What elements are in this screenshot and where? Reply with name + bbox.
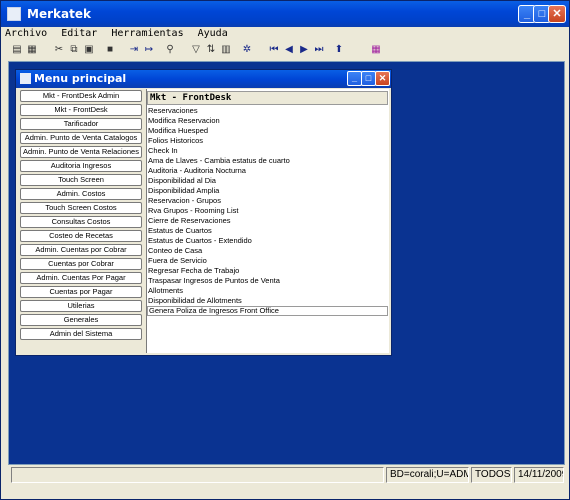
list-item[interactable]: Disponibilidad al Dia <box>147 176 388 186</box>
list-item[interactable]: Disponibilidad Amplia <box>147 186 388 196</box>
status-scope: TODOS <box>471 467 512 483</box>
first-record-icon[interactable]: ⏮ <box>268 44 280 56</box>
nav-button-mkt-frontdesk[interactable]: Mkt - FrontDesk <box>20 104 142 116</box>
list-item[interactable]: Regresar Fecha de Trabajo <box>147 266 388 276</box>
inner-title-bar: Menu principal _ □ ✕ <box>16 70 391 88</box>
nav-button-admin-costos[interactable]: Admin. Costos <box>20 188 142 200</box>
nav-button-admin-cuentas-cobrar[interactable]: Admin. Cuentas por Cobrar <box>20 244 142 256</box>
list-item[interactable]: Check In <box>147 146 388 156</box>
inner-maximize-button[interactable]: □ <box>361 71 376 86</box>
inner-close-button[interactable]: ✕ <box>375 71 390 86</box>
print-icon[interactable]: ▤ <box>11 44 23 56</box>
list-item[interactable]: Auditoria - Auditoria Nocturna <box>147 166 388 176</box>
status-message <box>11 467 384 483</box>
toolbar: ▤ ▦ ✂ ⧉ ▣ ■ ⇥ ↦ ⚲ ▽ ⇅ ▥ ✲ ⏮ ◀ ▶ ⏭ ⬆ ▦ <box>9 44 559 60</box>
main-window: Merkatek _ □ ✕ Archivo Editar Herramient… <box>0 0 570 500</box>
columns-icon[interactable]: ▥ <box>220 44 232 56</box>
nav-button-cuentas-pagar[interactable]: Cuentas por Pagar <box>20 286 142 298</box>
nav-button-auditoria-ingresos[interactable]: Auditoria Ingresos <box>20 160 142 172</box>
module-button-panel: Mkt - FrontDesk Admin Mkt - FrontDesk Ta… <box>20 89 144 353</box>
calculator-icon[interactable]: ▦ <box>370 44 382 56</box>
menu-editar[interactable]: Editar <box>61 28 97 39</box>
list-item-selected[interactable]: Genera Poliza de Ingresos Front Office <box>147 306 388 316</box>
next-record-icon[interactable]: ▶ <box>298 44 310 56</box>
option-list-panel: Mkt - FrontDesk Reservaciones Modifica R… <box>146 89 389 353</box>
menu-bar: Archivo Editar Herramientas Ayuda <box>5 28 565 42</box>
paste-icon[interactable]: ▣ <box>83 44 95 56</box>
list-item[interactable]: Reservaciones <box>147 106 388 116</box>
list-item[interactable]: Traspasar Ingresos de Puntos de Venta <box>147 276 388 286</box>
up-icon[interactable]: ⬆ <box>333 44 345 56</box>
menu-principal-window: Menu principal _ □ ✕ Mkt - FrontDesk Adm… <box>15 69 392 356</box>
window-title: Merkatek <box>27 7 91 21</box>
list-item[interactable]: Rva Grupos - Rooming List <box>147 206 388 216</box>
save-icon[interactable]: ■ <box>104 44 116 56</box>
status-date: 14/11/2009 <box>514 467 564 483</box>
status-bar: BD=corali;U=ADMIN TODOS 14/11/2009 <box>8 467 565 483</box>
nav-button-admin-sistema[interactable]: Admin del Sistema <box>20 328 142 340</box>
sort-icon[interactable]: ⇅ <box>205 44 217 56</box>
cut-icon[interactable]: ✂ <box>53 44 65 56</box>
list-item[interactable]: Cierre de Reservaciones <box>147 216 388 226</box>
filter-icon[interactable]: ▽ <box>190 44 202 56</box>
menu-herramientas[interactable]: Herramientas <box>111 28 183 39</box>
nav-button-admin-pv-relaciones[interactable]: Admin. Punto de Venta Relaciones <box>20 146 142 158</box>
nav-button-generales[interactable]: Generales <box>20 314 142 326</box>
nav-button-mkt-frontdesk-admin[interactable]: Mkt - FrontDesk Admin <box>20 90 142 102</box>
nav-button-utilerias[interactable]: Utilerias <box>20 300 142 312</box>
list-item[interactable]: Estatus de Cuartos - Extendido <box>147 236 388 246</box>
nav-button-admin-cuentas-pagar[interactable]: Admin. Cuentas Por Pagar <box>20 272 142 284</box>
previous-record-icon[interactable]: ◀ <box>283 44 295 56</box>
nav-button-touch-screen-costos[interactable]: Touch Screen Costos <box>20 202 142 214</box>
list-header: Mkt - FrontDesk <box>147 91 388 105</box>
nav-button-cuentas-cobrar[interactable]: Cuentas por Cobrar <box>20 258 142 270</box>
list-item[interactable]: Estatus de Cuartos <box>147 226 388 236</box>
menu-archivo[interactable]: Archivo <box>5 28 47 39</box>
close-button[interactable]: ✕ <box>548 5 566 23</box>
nav-button-touch-screen[interactable]: Touch Screen <box>20 174 142 186</box>
list-item[interactable]: Disponibilidad de Allotments <box>147 296 388 306</box>
copy-icon[interactable]: ⧉ <box>68 44 80 56</box>
last-record-icon[interactable]: ⏭ <box>313 44 325 56</box>
indent-icon[interactable]: ⇥ <box>128 44 140 56</box>
inner-window-title: Menu principal <box>34 72 127 85</box>
find-icon[interactable]: ⚲ <box>164 44 176 56</box>
list-item[interactable]: Modifica Huesped <box>147 126 388 136</box>
list-item[interactable]: Ama de Llaves - Cambia estatus de cuarto <box>147 156 388 166</box>
nav-button-costeo-recetas[interactable]: Costeo de Recetas <box>20 230 142 242</box>
app-icon <box>7 7 21 21</box>
menu-ayuda[interactable]: Ayuda <box>198 28 228 39</box>
list-item[interactable]: Fuera de Servicio <box>147 256 388 266</box>
list-item[interactable]: Reservacion - Grupos <box>147 196 388 206</box>
status-db-user: BD=corali;U=ADMIN <box>386 467 469 483</box>
nav-button-admin-pv-catalogos[interactable]: Admin. Punto de Venta Catalogos <box>20 132 142 144</box>
inner-minimize-button[interactable]: _ <box>347 71 362 86</box>
list-item[interactable]: Folios Historicos <box>147 136 388 146</box>
nav-button-tarificador[interactable]: Tarificador <box>20 118 142 130</box>
print-preview-icon[interactable]: ▦ <box>26 44 38 56</box>
outdent-icon[interactable]: ↦ <box>143 44 155 56</box>
list-item[interactable]: Allotments <box>147 286 388 296</box>
list-item[interactable]: Modifica Reservacion <box>147 116 388 126</box>
refresh-icon[interactable]: ✲ <box>241 44 253 56</box>
title-bar: Merkatek _ □ ✕ <box>1 1 569 27</box>
nav-button-consultas-costos[interactable]: Consultas Costos <box>20 216 142 228</box>
inner-app-icon <box>20 73 31 84</box>
list-item[interactable]: Conteo de Casa <box>147 246 388 256</box>
